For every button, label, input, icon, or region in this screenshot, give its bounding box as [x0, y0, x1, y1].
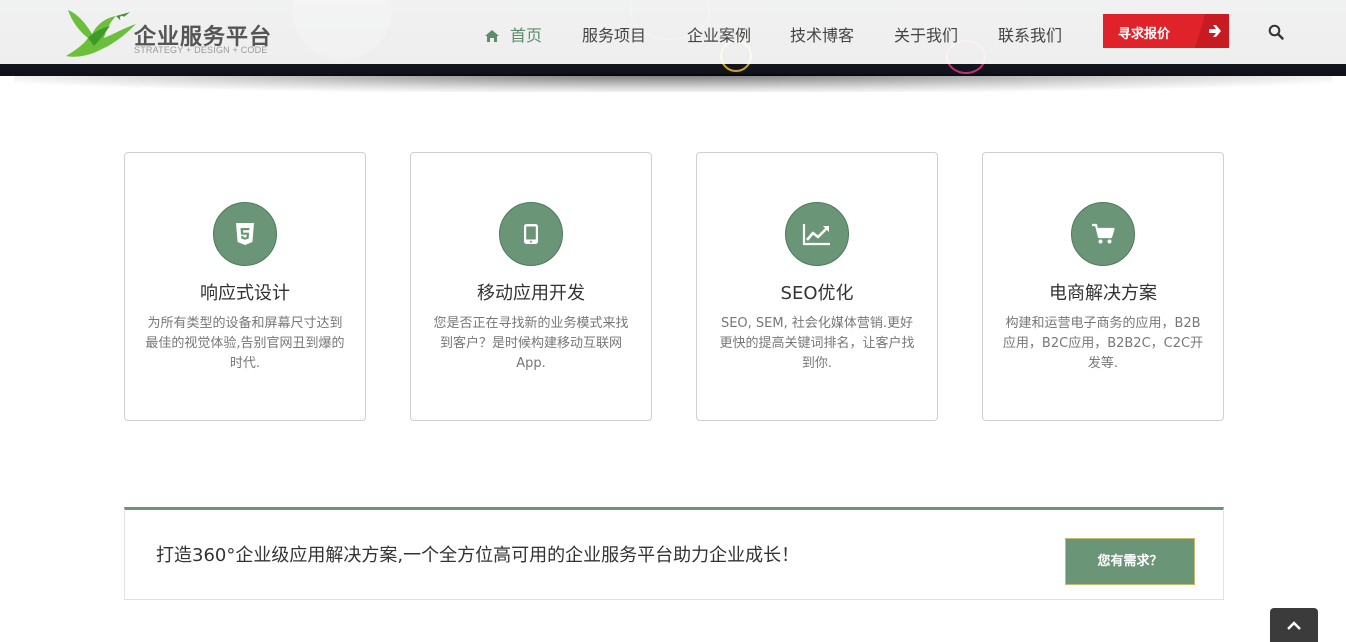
service-card-mobile: 移动应用开发 您是否正在寻找新的业务模式来找到客户？是时候构建移动互联网App. — [410, 152, 652, 421]
search-icon[interactable] — [1268, 24, 1284, 40]
nav-cases[interactable]: 企业案例 — [687, 22, 751, 46]
arrow-right-icon — [1209, 25, 1221, 37]
hero-shadow — [14, 74, 1332, 92]
service-title: 电商解决方案 — [1049, 283, 1157, 304]
nav-services[interactable]: 服务项目 — [582, 22, 646, 46]
nav-blog[interactable]: 技术博客 — [790, 22, 854, 46]
service-title: SEO优化 — [780, 283, 854, 304]
hummingbird-logo-icon — [66, 10, 136, 57]
service-title: 响应式设计 — [200, 283, 290, 304]
cta-banner: 打造360°企业级应用解决方案,一个全方位高可用的企业服务平台助力企业成长！ 您… — [124, 507, 1224, 600]
service-description: 为所有类型的设备和屏幕尺寸达到最佳的视觉体验,告别官网丑到爆的时代. — [145, 316, 345, 371]
service-description: SEO, SEM, 社会化媒体营销.更好更快的提高关键词排名，让客户找到你. — [719, 316, 915, 371]
service-card-seo: SEO优化 SEO, SEM, 社会化媒体营销.更好更快的提高关键词排名，让客户… — [696, 152, 938, 421]
nav-about[interactable]: 关于我们 — [894, 22, 958, 46]
html5-icon — [213, 202, 277, 266]
home-icon — [485, 30, 499, 42]
nav-home-label: 首页 — [510, 26, 543, 45]
cta-text: 打造360°企业级应用解决方案,一个全方位高可用的企业服务平台助力企业成长！ — [156, 545, 800, 566]
tablet-icon — [499, 202, 563, 266]
nav-contact[interactable]: 联系我们 — [998, 22, 1062, 46]
service-card-ecommerce: 电商解决方案 构建和运营电子商务的应用，B2B应用，B2C应用，B2B2C，C2… — [982, 152, 1224, 421]
logo-subtitle: STRATEGY + DESIGN + CODE — [134, 45, 268, 55]
site-logo[interactable]: 企业服务平台 STRATEGY + DESIGN + CODE — [64, 4, 274, 60]
nav-home[interactable]: 首页 — [484, 22, 542, 46]
cta-request-button[interactable]: 您有需求？ — [1065, 538, 1195, 585]
quote-button-label: 寻求报价 — [1118, 27, 1171, 42]
service-description: 构建和运营电子商务的应用，B2B应用，B2C应用，B2B2C，C2C开发等. — [1002, 316, 1204, 371]
service-card-responsive: 响应式设计 为所有类型的设备和屏幕尺寸达到最佳的视觉体验,告别官网丑到爆的时代. — [124, 152, 366, 421]
service-description: 您是否正在寻找新的业务模式来找到客户？是时候构建移动互联网App. — [433, 316, 629, 371]
shopping-cart-icon — [1071, 202, 1135, 266]
site-header: 企业服务平台 STRATEGY + DESIGN + CODE 首页 服务项目 … — [0, 0, 1346, 64]
area-chart-icon — [785, 202, 849, 266]
service-title: 移动应用开发 — [477, 283, 585, 304]
back-to-top-button[interactable] — [1270, 608, 1318, 642]
quote-button[interactable]: 寻求报价 — [1103, 14, 1229, 48]
chevron-up-icon — [1287, 621, 1301, 630]
